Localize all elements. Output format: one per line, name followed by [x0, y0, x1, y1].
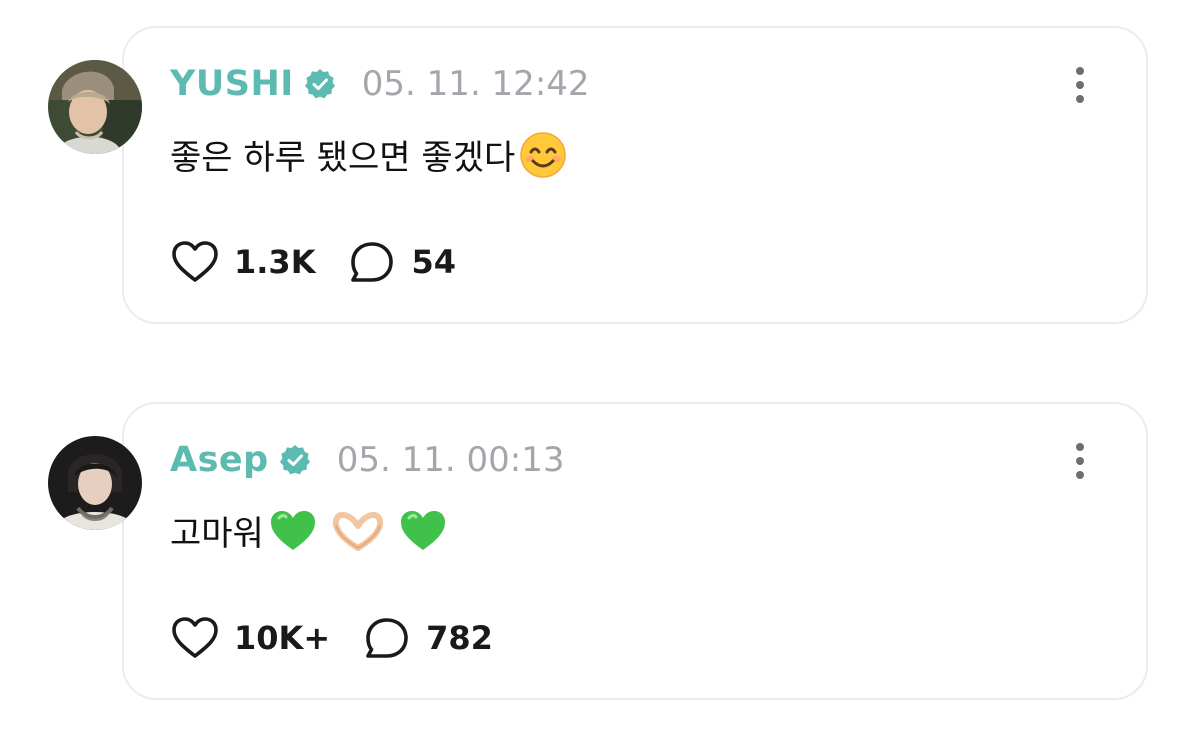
more-options-icon[interactable]	[1068, 66, 1092, 106]
smiling-face-emoji	[517, 131, 569, 179]
post-actions: 10K+ 782	[170, 614, 525, 662]
verified-badge-icon	[279, 444, 311, 476]
post-text-content: 좋은 하루 됐으면 좋겠다	[170, 138, 516, 178]
verified-badge-icon	[304, 68, 336, 100]
green-heart-emoji	[396, 508, 450, 554]
avatar[interactable]	[48, 436, 142, 530]
comment-button[interactable]: 54	[347, 239, 456, 285]
post-actions: 1.3K 54	[170, 238, 488, 286]
comment-count: 54	[411, 243, 457, 281]
comment-bubble-icon	[347, 239, 397, 285]
post-header: Asep 05. 11. 00:13	[170, 438, 564, 482]
comment-button[interactable]: 782	[362, 615, 493, 661]
post-card: Asep 05. 11. 00:13 고마워 10K+ 782	[0, 376, 1199, 700]
post-timestamp: 05. 11. 12:42	[361, 64, 590, 104]
more-options-icon[interactable]	[1068, 442, 1092, 482]
heart-icon	[170, 239, 220, 285]
post-header: YUSHI 05. 11. 12:42	[170, 62, 590, 106]
comment-bubble-icon	[362, 615, 412, 661]
heart-icon	[170, 615, 220, 661]
post-card: YUSHI 05. 11. 12:42 좋은 하루 됐으면 좋겠다 1.3K 5…	[0, 0, 1199, 324]
avatar[interactable]	[48, 60, 142, 154]
heart-hands-emoji	[330, 508, 386, 554]
comment-count: 782	[426, 619, 493, 657]
like-count: 10K+	[234, 619, 331, 657]
post-timestamp: 05. 11. 00:13	[336, 440, 565, 480]
like-button[interactable]: 10K+	[170, 615, 330, 661]
green-heart-emoji	[266, 508, 320, 554]
like-count: 1.3K	[234, 243, 316, 281]
post-text: 고마워	[170, 506, 450, 555]
post-text-content: 고마워	[170, 514, 264, 554]
author-name[interactable]: Asep	[170, 440, 269, 480]
post-text: 좋은 하루 됐으면 좋겠다	[170, 130, 569, 179]
like-button[interactable]: 1.3K	[170, 239, 315, 285]
author-name[interactable]: YUSHI	[170, 64, 294, 104]
